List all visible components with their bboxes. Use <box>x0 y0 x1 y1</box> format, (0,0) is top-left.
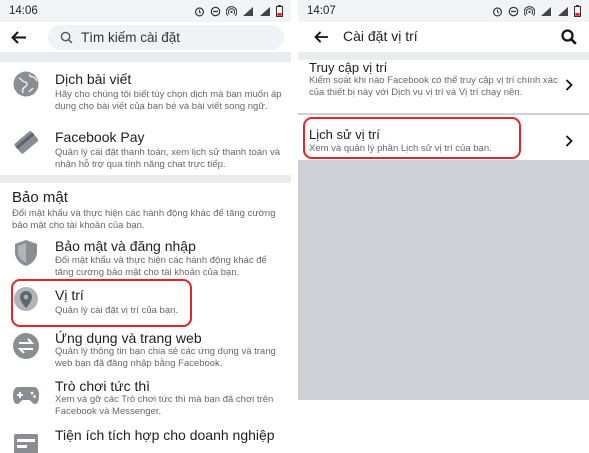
gamepad-icon <box>10 379 42 411</box>
signal-icon <box>243 6 253 16</box>
status-icons <box>492 5 581 17</box>
credit-card-icon <box>10 126 42 158</box>
setting-title: Bảo mật và đăng nhập <box>55 238 196 254</box>
setting-description: Quản lý thông tin bạn chia sẻ các ứng dụ… <box>55 346 276 369</box>
status-bar: 14:07 <box>298 0 589 22</box>
search-placeholder: Tìm kiếm cài đặt <box>81 30 181 45</box>
setting-instant-games[interactable]: Trò chơi tức thì Xem và gỡ các Trò chơi … <box>0 376 291 420</box>
status-bar: 14:06 <box>0 0 291 22</box>
status-icons <box>194 5 283 17</box>
setting-location-history[interactable]: Lịch sử vị trí Xem và quản lý phần Lịch … <box>298 115 589 160</box>
status-time: 14:06 <box>9 5 38 17</box>
setting-location-access[interactable]: Truy cập vị trí Kiểm soát khi nào Facebo… <box>298 60 589 113</box>
signal-icon-2 <box>558 6 568 16</box>
signal-icon-2 <box>260 6 270 16</box>
header-divider <box>298 52 589 60</box>
hotspot-icon <box>524 5 535 16</box>
shield-icon <box>10 237 42 269</box>
search-icon[interactable] <box>561 29 577 50</box>
dnd-icon <box>210 6 221 16</box>
hotspot-icon <box>226 5 237 16</box>
battery-icon <box>276 5 283 17</box>
chevron-right-icon <box>565 78 573 96</box>
settings-header: Tìm kiếm cài đặt <box>0 22 291 52</box>
setting-description: Kiểm soát khi nào Facebook có thể truy c… <box>309 75 558 98</box>
business-icon <box>10 428 42 453</box>
setting-title: Ứng dụng và trang web <box>55 330 202 346</box>
page-title: Cài đặt vị trí <box>343 28 418 44</box>
setting-security-login[interactable]: Bảo mật và đăng nhập Đổi mật khẩu và thự… <box>0 236 291 278</box>
back-arrow-icon[interactable] <box>314 30 332 44</box>
settings-panel: 14:06 Tìm kiếm cài đặt Dịch bài viết Hãy… <box>0 0 291 453</box>
setting-facebook-pay[interactable]: Facebook Pay Quản lý cài đặt thanh toán,… <box>0 124 291 170</box>
arrows-icon <box>10 330 42 362</box>
location-pin-icon <box>10 284 42 316</box>
search-input[interactable]: Tìm kiếm cài đặt <box>48 25 284 50</box>
alarm-icon <box>194 6 205 16</box>
globe-icon <box>10 68 42 100</box>
search-icon <box>60 31 73 44</box>
setting-title: Facebook Pay <box>55 129 145 145</box>
alarm-icon <box>492 6 503 16</box>
back-arrow-icon[interactable] <box>11 30 29 44</box>
setting-title: Truy cập vị trí <box>309 60 388 75</box>
battery-icon <box>574 5 581 17</box>
setting-description: Quản lý cài đặt vị trí của bạn. <box>55 305 179 316</box>
setting-title: Dịch bài viết <box>55 71 132 87</box>
setting-description: Xem và quản lý phần Lịch sử vị trí của b… <box>309 143 492 154</box>
dnd-icon <box>508 6 519 16</box>
setting-location[interactable]: Vị trí Quản lý cài đặt vị trí của bạn. <box>0 281 291 325</box>
setting-description: Quản lý cài đặt thanh toán, xem lịch sử … <box>55 147 280 170</box>
setting-business-integrations[interactable]: Tiện ích tích hợp cho doanh nghiệp <box>0 424 291 453</box>
setting-title: Lịch sử vị trí <box>309 127 380 142</box>
section-divider <box>0 175 291 183</box>
location-settings-panel: 14:07 Cài đặt vị trí Truy cập vị trí Kiể… <box>298 0 589 453</box>
chevron-right-icon <box>565 134 573 152</box>
signal-icon <box>541 6 551 16</box>
setting-title: Trò chơi tức thì <box>55 378 151 394</box>
setting-description: Đổi mật khẩu và thực hiện các hành động … <box>55 255 267 278</box>
header-divider <box>0 52 291 62</box>
setting-title: Tiện ích tích hợp cho doanh nghiệp <box>55 427 275 443</box>
setting-translate[interactable]: Dịch bài viết Hãy cho chúng tôi biết tùy… <box>0 66 291 120</box>
empty-area <box>298 160 589 400</box>
setting-description: Xem và gỡ các Trò chơi tức thì mà bạn đã… <box>55 394 274 417</box>
setting-apps-websites[interactable]: Ứng dụng và trang web Quản lý thông tin … <box>0 328 291 372</box>
status-time: 14:07 <box>307 5 336 17</box>
location-header: Cài đặt vị trí <box>298 22 589 52</box>
setting-description: Hãy cho chúng tôi biết tùy chọn dịch mà … <box>55 89 282 112</box>
panel-gap <box>291 0 298 453</box>
section-title-security: Bảo mật <box>12 189 68 206</box>
setting-title: Vị trí <box>55 287 84 303</box>
section-description: Đổi mật khẩu và thực hiện các hành động … <box>12 208 276 231</box>
